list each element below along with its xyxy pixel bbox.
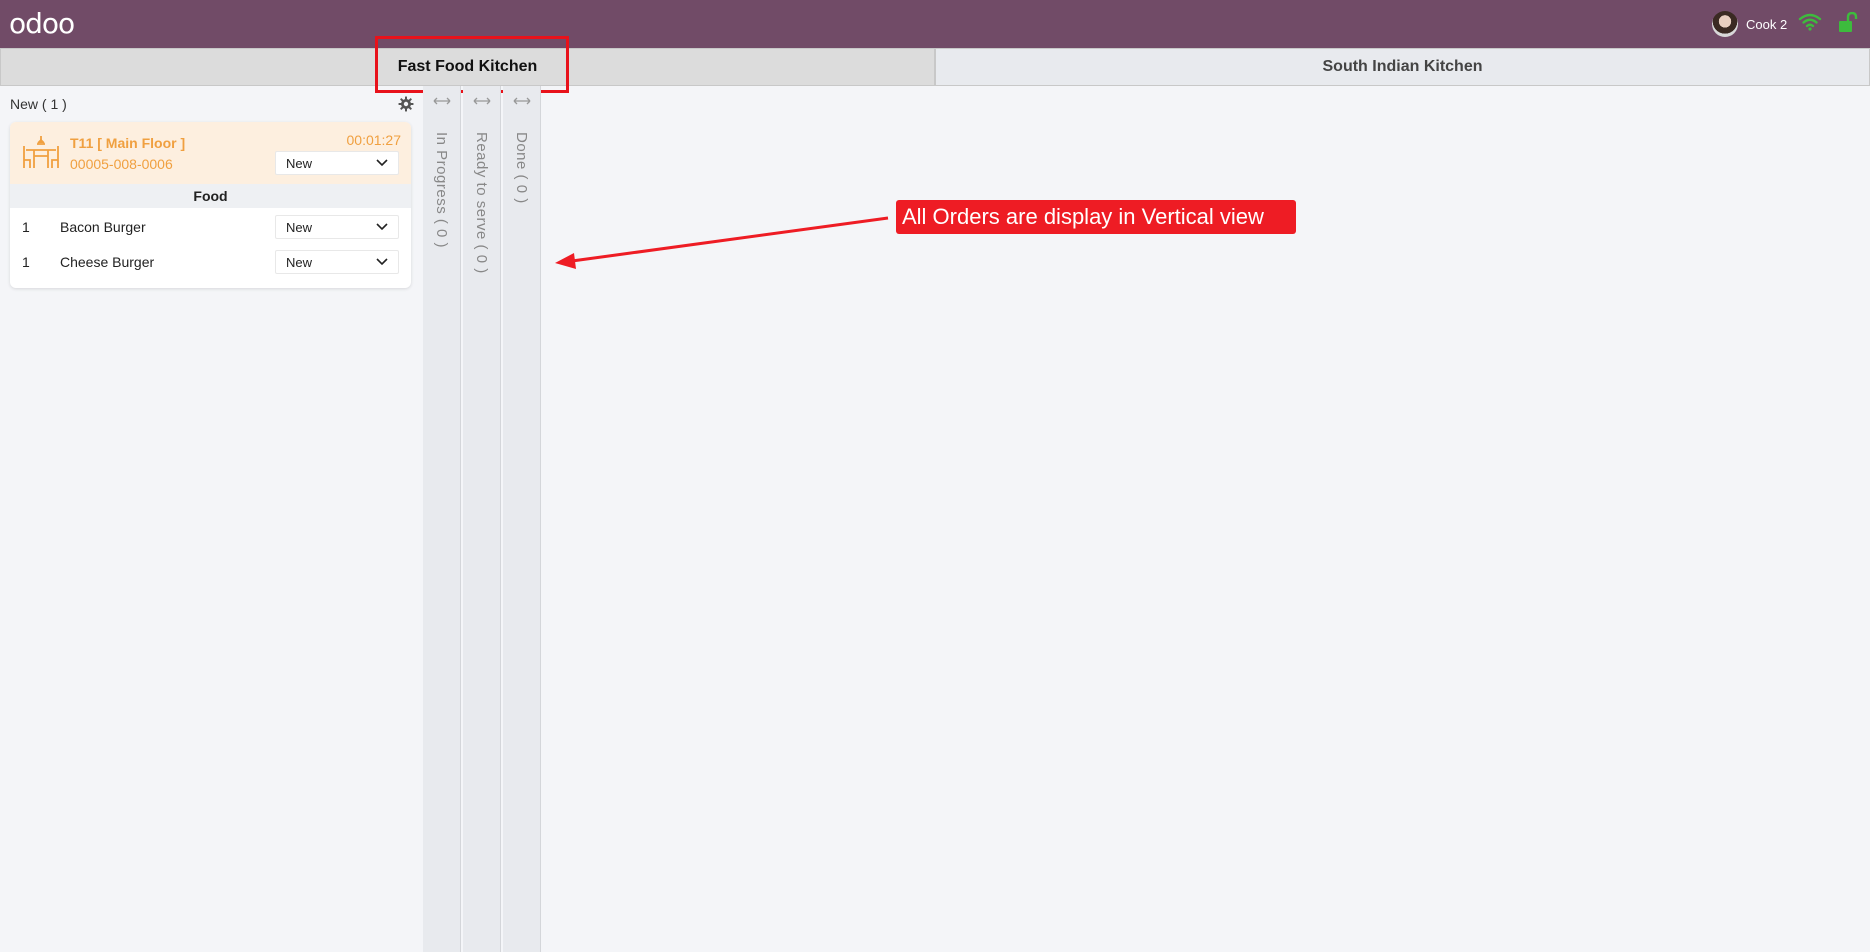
line-qty: 1 <box>22 219 30 235</box>
odoo-logo: odoo <box>9 7 75 40</box>
chevron-down-icon <box>376 258 388 266</box>
column-in-progress[interactable]: In Progress ( 0 ) <box>423 86 461 952</box>
expand-arrows-icon[interactable] <box>472 96 492 106</box>
column-label: In Progress ( 0 ) <box>433 132 450 249</box>
line-status-select[interactable]: New <box>275 215 399 239</box>
annotation-callout: All Orders are display in Vertical view <box>896 200 1296 234</box>
avatar <box>1712 11 1738 37</box>
user-name: Cook 2 <box>1746 16 1788 32</box>
top-bar: odoo Cook 2 <box>0 0 1870 48</box>
chevron-down-icon <box>376 159 388 167</box>
chevron-down-icon <box>376 223 388 231</box>
order-status-select[interactable]: New <box>275 151 399 175</box>
annotation-arrow <box>555 216 889 269</box>
tab-south-indian-kitchen[interactable]: South Indian Kitchen <box>935 48 1870 86</box>
column-label: Ready to serve ( 0 ) <box>473 132 490 274</box>
category-label: Food <box>10 184 411 208</box>
order-status-value: New <box>286 155 313 171</box>
column-new: New ( 1 ) T11 [Main Floor] 00005-008-0… <box>0 86 423 952</box>
unlock-icon[interactable] <box>1838 12 1858 34</box>
order-reference: 00005-008-0006 <box>70 156 173 172</box>
column-label: Done ( 0 ) <box>513 132 530 204</box>
column-ready-to-serve[interactable]: Ready to serve ( 0 ) <box>463 86 501 952</box>
user-menu[interactable]: Cook 2 <box>1712 10 1787 38</box>
column-new-header: New ( 1 ) <box>10 96 67 112</box>
wifi-icon <box>1798 13 1822 31</box>
order-line: 1 Bacon Burger New <box>10 210 411 244</box>
line-product: Bacon Burger <box>60 219 146 235</box>
line-status-value: New <box>286 254 313 270</box>
gear-icon[interactable] <box>398 96 414 112</box>
order-line: 1 Cheese Burger New <box>10 245 411 279</box>
tab-highlight-annotation <box>375 36 569 93</box>
order-card[interactable]: T11 [ Main Floor ] 00005-008-0006 00:01:… <box>10 122 411 288</box>
table-name: T11 [ Main Floor ] <box>70 135 186 151</box>
dining-table-icon <box>23 136 59 168</box>
line-product: Cheese Burger <box>60 254 155 270</box>
column-done[interactable]: Done ( 0 ) <box>503 86 541 952</box>
order-timer: 00:01:27 <box>346 132 402 148</box>
line-qty: 1 <box>22 254 30 270</box>
order-card-header: T11 [ Main Floor ] 00005-008-0006 00:01:… <box>10 122 411 184</box>
kitchen-tabs: Fast Food Kitchen South Indian Kitchen <box>0 48 1870 86</box>
line-status-value: New <box>286 219 313 235</box>
line-status-select[interactable]: New <box>275 250 399 274</box>
expand-arrows-icon[interactable] <box>512 96 532 106</box>
expand-arrows-icon[interactable] <box>432 96 452 106</box>
